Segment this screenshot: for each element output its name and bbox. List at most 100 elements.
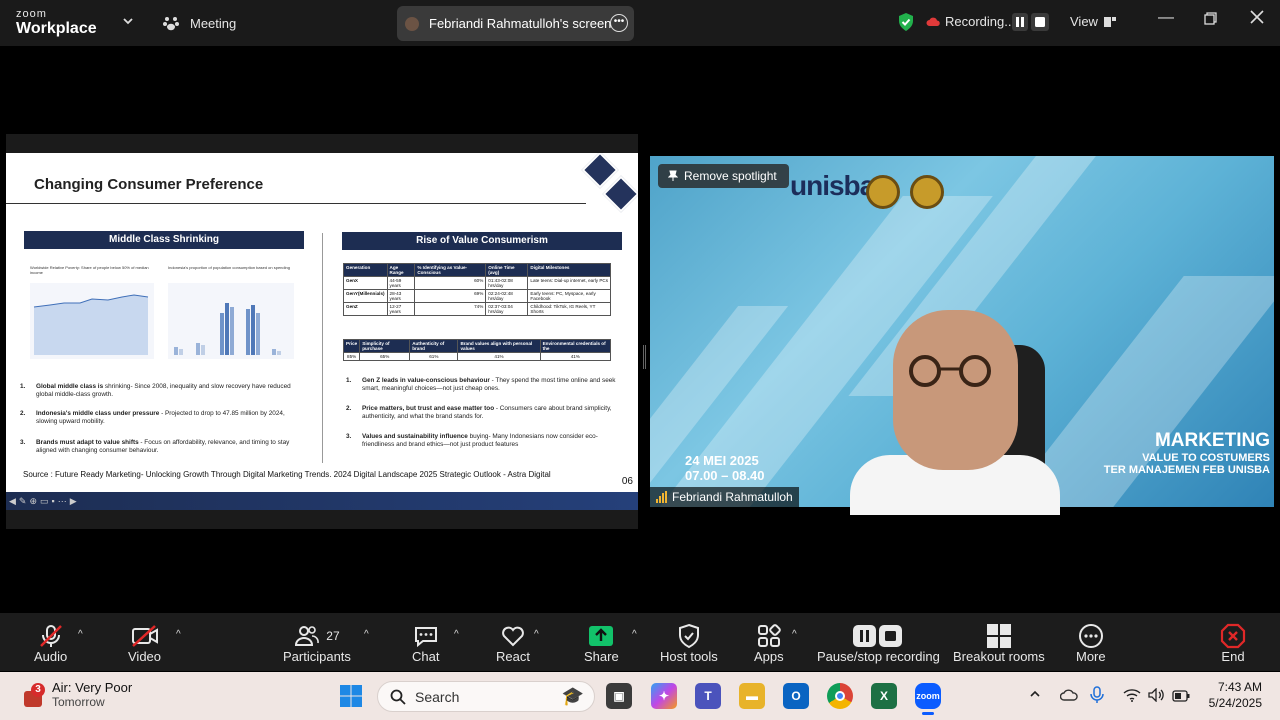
chrome-icon[interactable] — [827, 683, 853, 709]
participants-options-chevron-up-icon[interactable]: ^ — [364, 629, 369, 640]
right-point-3-num: 3. — [346, 433, 352, 440]
apps-options-chevron-up-icon[interactable]: ^ — [792, 629, 797, 640]
more-icon[interactable]: ⋯ — [58, 496, 67, 507]
left-point-2-num: 2. — [20, 410, 26, 417]
close-icon[interactable] — [1250, 10, 1264, 29]
battery-icon[interactable] — [1172, 689, 1190, 707]
remove-spotlight-button[interactable]: Remove spotlight — [658, 164, 789, 188]
generation-table: Generation Age Range % Identifying as Va… — [343, 263, 611, 316]
excel-icon[interactable]: X — [871, 683, 897, 709]
left-point-3: 3. Brands must adapt to value shifts - Fo… — [20, 439, 298, 455]
taskbar-search-box[interactable]: Search 🎓 — [377, 681, 595, 712]
brand-top: zoom — [16, 8, 47, 20]
marketing-sub1: VALUE TO COSTUMERS — [1142, 452, 1270, 464]
audio-label: Audio — [34, 649, 68, 664]
right-point-1: 1. Gen Z leads in value-conscious behavio… — [346, 377, 626, 393]
onedrive-cloud-icon[interactable] — [1059, 688, 1078, 707]
more-options-icon[interactable]: ••• — [610, 14, 628, 32]
file-explorer-icon[interactable]: ▬ — [739, 683, 765, 709]
subtitles-icon[interactable]: ▭ — [40, 496, 49, 507]
system-clock[interactable]: 7:43 AM 5/24/2025 — [1209, 679, 1262, 711]
more-button[interactable]: More — [1076, 623, 1106, 664]
screen-share-pill[interactable]: Febriandi Rahmatulloh's screen ••• — [397, 6, 634, 41]
stop-recording-button[interactable] — [1031, 13, 1049, 31]
breakout-rooms-button[interactable]: Breakout rooms — [953, 623, 1045, 664]
share-button[interactable]: Share — [584, 623, 619, 664]
zoom-app-icon[interactable]: zoom — [915, 683, 941, 709]
participants-button[interactable]: 27 Participants — [283, 623, 351, 664]
table-cell: GenZ — [343, 302, 388, 316]
wifi-icon[interactable] — [1123, 688, 1141, 707]
security-shield-icon[interactable] — [897, 12, 915, 32]
cloud-record-icon — [926, 17, 940, 26]
view-button[interactable]: View — [1070, 14, 1116, 29]
share-options-chevron-up-icon[interactable]: ^ — [632, 629, 637, 640]
apps-button[interactable]: Apps — [754, 623, 784, 664]
outlook-icon[interactable]: O — [783, 683, 809, 709]
chat-button[interactable]: Chat — [412, 623, 439, 664]
active-app-indicator — [922, 712, 934, 715]
event-date-line2: 07.00 – 08.40 — [685, 468, 765, 483]
meeting-menu[interactable]: Meeting — [162, 14, 236, 32]
pause-stop-icon — [853, 625, 903, 647]
pause-recording-button[interactable] — [1012, 13, 1028, 31]
weather-widget[interactable]: 3 Air: Very Poor Tomorrow — [22, 680, 132, 710]
back-icon[interactable]: ◀ — [9, 496, 16, 507]
copilot-icon[interactable]: ✦ — [651, 683, 677, 709]
pen-icon[interactable]: ✎ — [19, 496, 27, 507]
driver-col: Price — [342, 339, 361, 353]
video-button[interactable]: Video — [128, 623, 161, 664]
end-meeting-button[interactable]: End — [1220, 623, 1246, 664]
weather-sub: Tomorrow — [52, 695, 105, 709]
table-cell: 02:24-02:48 hrs/day — [485, 289, 529, 303]
react-label: React — [496, 649, 530, 664]
restore-icon[interactable] — [1204, 12, 1217, 30]
split-resize-handle[interactable] — [643, 345, 646, 369]
minimize-icon[interactable]: — — [1158, 9, 1174, 27]
column-divider — [322, 233, 323, 463]
task-view-icon[interactable]: ▣ — [606, 683, 632, 709]
right-point-3: 3. Values and sustainability influence bu… — [346, 433, 626, 449]
table-cell: 44-59 years — [386, 276, 416, 290]
app-menu-chevron-down-icon[interactable] — [122, 15, 134, 27]
host-tools-label: Host tools — [660, 649, 718, 664]
table-cell: 12-27 years — [386, 302, 416, 316]
shared-slide: Changing Consumer Preference Middle Clas… — [6, 153, 638, 510]
unisba-banner-logo: unisba — [790, 170, 875, 201]
slide-source: Source : Future Ready Marketing- Unlocki… — [23, 470, 551, 479]
brand-bottom: Workplace — [16, 20, 97, 37]
teams-icon[interactable]: T — [695, 683, 721, 709]
remove-spotlight-label: Remove spotlight — [684, 169, 777, 183]
host-tools-button[interactable]: Host tools — [660, 623, 718, 664]
pause-icon — [1016, 17, 1024, 27]
presenter-avatar — [405, 16, 419, 31]
participants-label: Participants — [283, 649, 351, 664]
left-point-3-num: 3. — [20, 439, 26, 446]
forward-icon[interactable]: ▶ — [70, 496, 77, 507]
view-label: View — [1070, 14, 1098, 29]
table-cell: 74% — [414, 302, 487, 316]
participants-count: 27 — [326, 629, 340, 643]
audio-button[interactable]: Audio — [34, 623, 67, 664]
chat-options-chevron-up-icon[interactable]: ^ — [454, 629, 459, 640]
show-hidden-icons-chevron-up-icon[interactable] — [1029, 688, 1041, 703]
pause-stop-recording-button[interactable]: Pause/stop recording — [817, 623, 940, 664]
poverty-chart-caption: Worldwide Relative Poverty: Share of peo… — [30, 265, 149, 275]
view-layout-icon — [1103, 16, 1116, 27]
volume-icon[interactable] — [1148, 687, 1166, 707]
video-options-chevron-up-icon[interactable]: ^ — [176, 629, 181, 640]
zoom-icon[interactable]: ⊕ — [29, 496, 37, 507]
breakout-label: Breakout rooms — [953, 649, 1045, 664]
table-row: 85% 65% 61% 41% 41% — [342, 352, 612, 361]
windows-start-icon[interactable] — [339, 684, 363, 713]
left-point-1-bold: Global middle class is — [36, 383, 104, 390]
table-row: GenX 44-59 years 60% 01:43-02:08 hrs/day… — [343, 276, 611, 290]
audio-options-chevron-up-icon[interactable]: ^ — [78, 629, 83, 640]
mic-in-use-icon[interactable] — [1090, 686, 1110, 709]
weather-title: Air: Very Poor — [52, 680, 133, 695]
gen-col-value: % Identifying as Value-Conscious — [414, 263, 487, 277]
react-options-chevron-up-icon[interactable]: ^ — [534, 629, 539, 640]
recording-indicator[interactable]: Recording... — [926, 14, 1015, 29]
camera-icon[interactable]: ▪ — [52, 496, 55, 506]
react-button[interactable]: React — [496, 623, 530, 664]
